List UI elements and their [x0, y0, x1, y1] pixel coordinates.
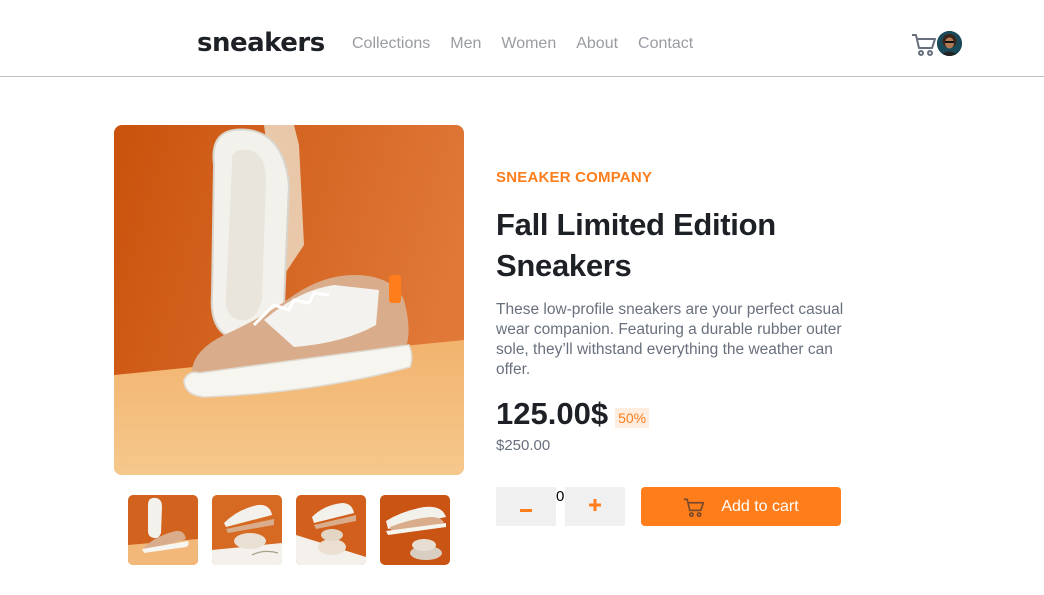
price-row: 125.00$ 50%: [496, 396, 650, 432]
discount-badge: 50%: [615, 408, 650, 428]
nav-women[interactable]: Women: [501, 34, 556, 54]
company-name: SNEAKER COMPANY: [496, 169, 653, 186]
product-title: Fall Limited Edition Sneakers: [496, 207, 776, 283]
nav-men[interactable]: Men: [450, 34, 481, 54]
thumbnail-2-image: [212, 495, 282, 565]
thumbnail-4-image: [380, 495, 450, 565]
thumbnail-1[interactable]: [128, 495, 198, 565]
main-product-image[interactable]: [114, 125, 464, 475]
product-description: These low-profile sneakers are your perf…: [496, 301, 844, 378]
nav-contact[interactable]: Contact: [638, 34, 693, 54]
cart-button[interactable]: [911, 31, 937, 57]
logo[interactable]: sneakers: [197, 28, 325, 58]
avatar-image: [937, 31, 962, 56]
thumbnail-3[interactable]: [296, 495, 366, 565]
nav-collections[interactable]: Collections: [352, 34, 430, 54]
quantity-increase-button[interactable]: [565, 487, 625, 526]
quantity-value: 0: [556, 488, 565, 505]
thumbnail-1-image: [128, 495, 198, 565]
thumbnail-2[interactable]: [212, 495, 282, 565]
minus-icon: [520, 509, 532, 512]
sneaker-image: [114, 125, 464, 475]
thumbnail-3-image: [296, 495, 366, 565]
quantity-decrease-button[interactable]: [496, 487, 556, 526]
plus-icon: [589, 499, 601, 511]
avatar[interactable]: [937, 31, 962, 56]
thumbnail-4[interactable]: [380, 495, 450, 565]
add-to-cart-label: Add to cart: [721, 497, 799, 515]
cart-icon: [684, 498, 705, 517]
site-header: sneakers Collections Men Women About Con…: [0, 0, 1044, 77]
original-price: $250.00: [496, 437, 551, 454]
current-price: 125.00$: [496, 396, 609, 431]
thumbnail-strip: [128, 495, 450, 565]
add-to-cart-button[interactable]: Add to cart: [641, 487, 841, 526]
main-nav: Collections Men Women About Contact: [352, 34, 693, 54]
cart-icon: [912, 34, 936, 56]
nav-about[interactable]: About: [576, 34, 618, 54]
